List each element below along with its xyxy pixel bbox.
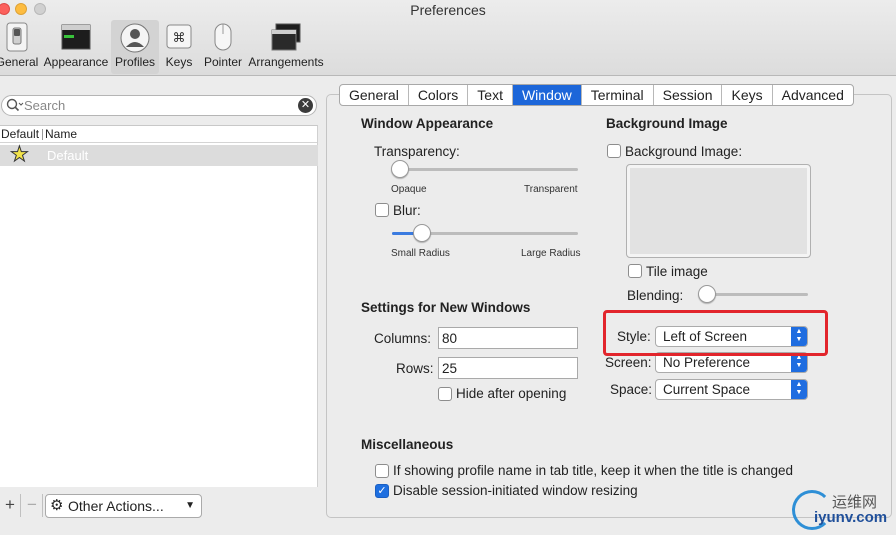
add-profile-button[interactable]: +	[0, 494, 21, 517]
transparency-slider-track[interactable]	[392, 168, 578, 171]
toolbar-arrangements-label: Arrangements	[248, 55, 324, 69]
space-popup-value: Current Space	[663, 382, 751, 397]
disable-resizing-checkbox[interactable]: ✓	[375, 484, 389, 498]
blur-checkbox[interactable]	[375, 203, 389, 217]
transparency-slider-knob[interactable]	[391, 160, 409, 178]
rows-label: Rows:	[396, 361, 434, 376]
background-image-label: Background Image:	[625, 144, 743, 159]
tile-image-checkbox[interactable]	[628, 264, 642, 278]
tab-text[interactable]: Text	[468, 85, 513, 105]
tab-terminal[interactable]: Terminal	[582, 85, 654, 105]
space-label: Space:	[610, 382, 653, 397]
space-popup[interactable]: Current Space ▲ ▼	[655, 379, 808, 400]
monitor-icon	[61, 24, 91, 50]
profile-row[interactable]: ★ Default	[0, 143, 318, 166]
window-title: Preferences	[410, 2, 486, 18]
title-bar: Preferences General Appearance Profiles …	[0, 0, 896, 76]
other-actions-button[interactable]: ⚙ Other Actions... ▼	[45, 494, 202, 518]
toolbar-appearance[interactable]: Appearance	[42, 20, 110, 74]
annotation-highlight-box	[603, 310, 828, 356]
column-header-default[interactable]: Default	[1, 126, 39, 142]
watermark-url-text: iyunv.com	[814, 509, 888, 526]
toolbar-profiles-label: Profiles	[114, 55, 155, 69]
search-field[interactable]: ✕	[1, 95, 317, 116]
windows-stack-icon	[271, 23, 301, 51]
background-image-well[interactable]	[626, 164, 811, 258]
mouse-icon	[214, 23, 232, 51]
tab-advanced[interactable]: Advanced	[773, 85, 853, 105]
columns-field[interactable]: 80	[438, 327, 578, 349]
disable-resizing-label: Disable session-initiated window resizin…	[393, 483, 638, 498]
profile-name: Default	[47, 148, 89, 163]
toolbar-pointer-label: Pointer	[203, 55, 243, 69]
blur-min-label: Small Radius	[391, 248, 450, 259]
blending-slider-track[interactable]	[700, 293, 808, 296]
chevron-down-icon: ▼	[185, 500, 195, 511]
profile-tabs: General Colors Text Window Terminal Sess…	[339, 84, 854, 106]
column-separator	[42, 129, 43, 140]
toolbar-arrangements[interactable]: Arrangements	[248, 20, 324, 74]
keep-profile-name-label: If showing profile name in tab title, ke…	[393, 463, 793, 478]
hide-after-opening-label: Hide after opening	[456, 386, 567, 401]
miscellaneous-title: Miscellaneous	[361, 437, 454, 452]
profile-icon	[120, 23, 150, 53]
blur-slider-knob[interactable]	[413, 224, 431, 242]
command-key-icon: ⌘	[166, 24, 192, 49]
columns-label: Columns:	[374, 331, 432, 346]
column-header-name[interactable]: Name	[45, 126, 77, 142]
search-icon	[6, 98, 24, 112]
switch-icon	[6, 22, 28, 52]
blur-max-label: Large Radius	[521, 248, 581, 259]
tab-keys[interactable]: Keys	[722, 85, 773, 105]
default-star-icon: ★	[10, 143, 30, 166]
tile-image-label: Tile image	[646, 264, 708, 279]
svg-text:⌘: ⌘	[173, 31, 186, 46]
background-image-checkbox[interactable]	[607, 144, 621, 158]
toolbar-pointer[interactable]: Pointer	[201, 20, 245, 74]
toolbar-keys-label: Keys	[165, 55, 193, 69]
other-actions-label: Other Actions...	[68, 498, 164, 514]
toolbar-general[interactable]: General	[0, 20, 40, 74]
transparency-max-label: Transparent	[524, 184, 578, 195]
blur-label: Blur:	[393, 203, 421, 218]
transparency-label: Transparency:	[374, 144, 460, 159]
toolbar-keys[interactable]: ⌘ Keys	[161, 20, 197, 74]
keep-profile-name-checkbox[interactable]	[375, 464, 389, 478]
window-appearance-title: Window Appearance	[361, 116, 494, 131]
gear-icon: ⚙	[50, 497, 64, 514]
list-header: Default Name	[0, 126, 317, 143]
tab-general[interactable]: General	[340, 85, 409, 105]
rows-field[interactable]: 25	[438, 357, 578, 379]
toolbar-general-label: General	[0, 55, 39, 69]
new-windows-title: Settings for New Windows	[361, 300, 531, 315]
tab-window[interactable]: Window	[512, 85, 582, 105]
remove-profile-button[interactable]: −	[22, 494, 43, 517]
popup-arrows-icon: ▲ ▼	[791, 380, 807, 399]
screen-label: Screen:	[605, 355, 652, 370]
toolbar-appearance-label: Appearance	[43, 55, 109, 69]
hide-after-opening-checkbox[interactable]	[438, 387, 452, 401]
clear-search-icon[interactable]: ✕	[298, 98, 313, 113]
transparency-min-label: Opaque	[391, 184, 427, 195]
background-image-title: Background Image	[606, 116, 728, 131]
profile-list[interactable]: Default Name ★ Default	[0, 125, 318, 487]
search-input[interactable]	[24, 97, 294, 114]
tab-colors[interactable]: Colors	[409, 85, 469, 105]
tab-session[interactable]: Session	[654, 85, 723, 105]
toolbar-profiles[interactable]: Profiles	[111, 20, 159, 74]
blending-slider-knob[interactable]	[698, 285, 716, 303]
blending-label: Blending:	[627, 288, 684, 303]
watermark-logo: 运维网 iyunv.com	[792, 488, 896, 532]
